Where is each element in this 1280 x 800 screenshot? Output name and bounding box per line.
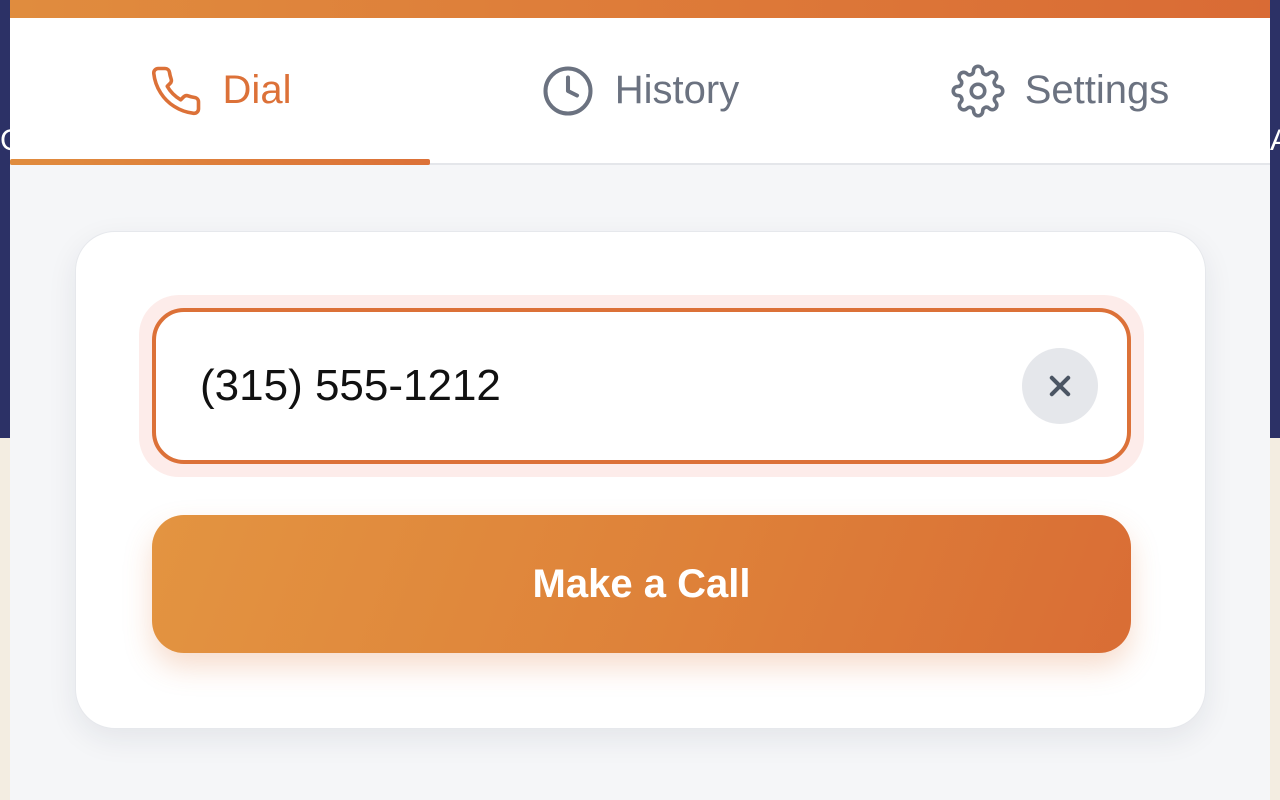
close-icon [1046, 372, 1074, 400]
phone-input-wrapper [152, 308, 1131, 464]
dial-card: Make a Call [75, 231, 1206, 729]
tab-settings-label: Settings [1024, 68, 1170, 112]
phone-icon [149, 64, 203, 118]
phone-number-input[interactable] [200, 312, 1000, 460]
tab-bar: Dial History Settings [10, 18, 1270, 165]
tab-history[interactable]: History [430, 18, 850, 163]
active-tab-indicator [10, 159, 430, 165]
clock-icon [541, 64, 595, 118]
tab-history-label: History [614, 68, 740, 112]
tab-settings[interactable]: Settings [850, 18, 1270, 163]
tab-dial-label: Dial [222, 68, 292, 112]
tab-dial[interactable]: Dial [10, 18, 430, 165]
accent-bar [10, 0, 1270, 18]
clear-input-button[interactable] [1022, 348, 1098, 424]
make-call-button[interactable]: Make a Call [152, 515, 1131, 653]
dialer-popup: Dial History Settings (315) 555-1212 Mak… [10, 0, 1270, 800]
background-text-left: G [0, 124, 10, 158]
background-text-right: A [1270, 124, 1280, 158]
gear-icon [951, 63, 1005, 118]
